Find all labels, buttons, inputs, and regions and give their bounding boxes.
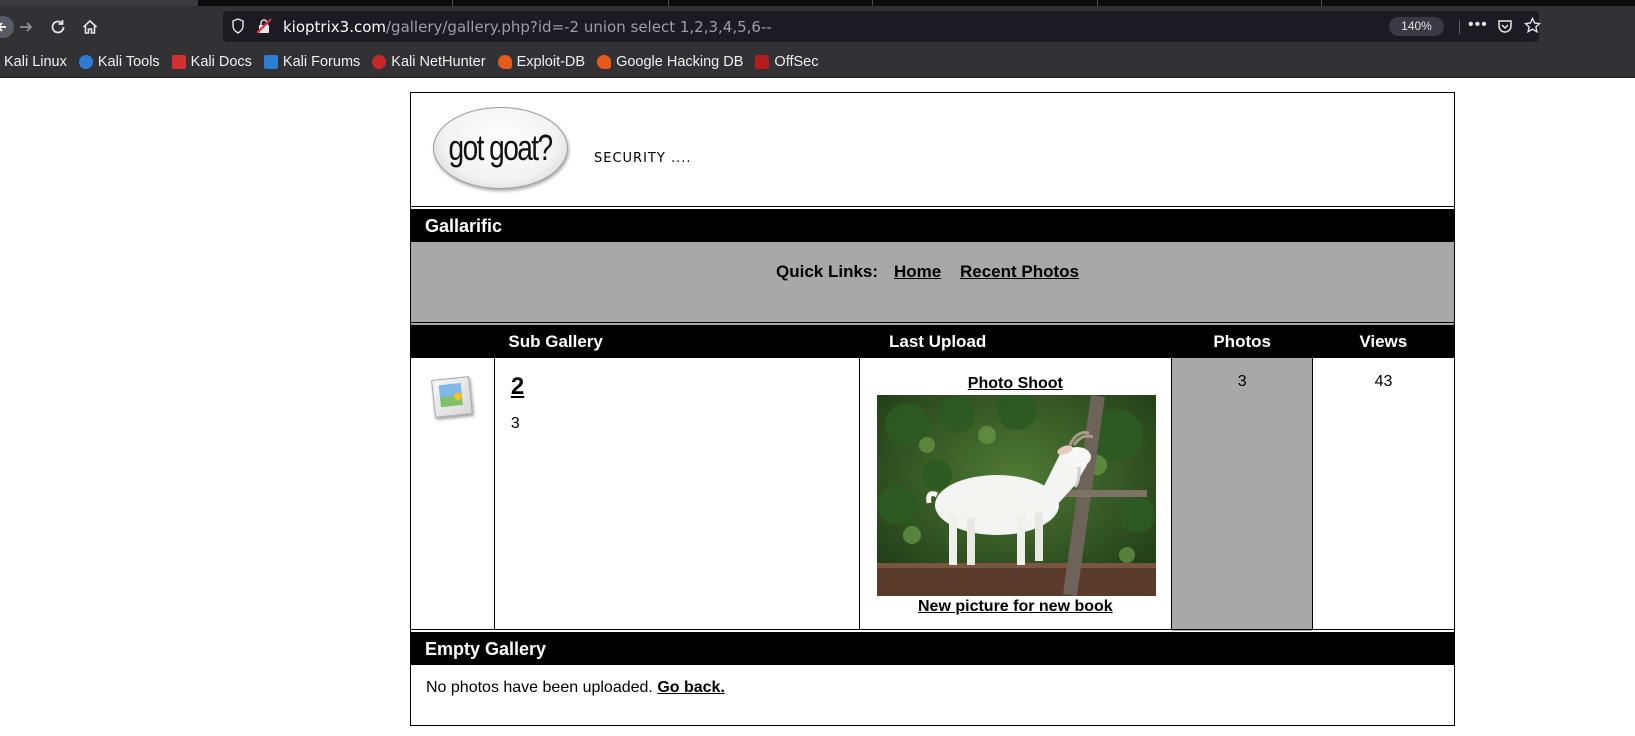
sub-gallery-table: Sub Gallery Last Upload Photos Views 2 3… <box>411 326 1454 633</box>
bookmark-kali-nethunter[interactable]: Kali NetHunter <box>372 54 486 70</box>
picture-icon[interactable] <box>431 376 473 418</box>
no-photos-text: No photos have been uploaded. <box>426 679 653 696</box>
url-bar[interactable]: kioptrix3.com/gallery/gallery.php?id=-2 … <box>223 11 1542 42</box>
page-actions-menu-icon[interactable]: ••• <box>1468 16 1488 34</box>
bookmark-kali-forums[interactable]: Kali Forums <box>263 54 361 70</box>
bookmarks-toolbar: Kali Linux Kali Tools Kali Docs Kali For… <box>0 47 1635 78</box>
bookmark-kali-linux[interactable]: Kali Linux <box>4 54 67 70</box>
empty-gallery-message: No photos have been uploaded. Go back. <box>411 665 1454 697</box>
table-header-row: Sub Gallery Last Upload Photos Views <box>411 326 1454 358</box>
table-row: 2 3 Photo Shoot New picture for new book… <box>411 358 1454 633</box>
ghdb-icon <box>597 55 612 69</box>
bookmark-label: Kali Tools <box>97 54 160 70</box>
url-text[interactable]: kioptrix3.com/gallery/gallery.php?id=-2 … <box>283 18 772 36</box>
nethunter-icon <box>372 55 387 69</box>
bookmark-offsec[interactable]: OffSec <box>755 54 818 70</box>
gallery-icon-cell <box>411 358 495 633</box>
sub-gallery-cell: 2 3 <box>493 358 859 633</box>
exploit-db-icon <box>497 55 512 69</box>
bookmark-label: Kali Docs <box>190 54 252 70</box>
insecure-lock-icon[interactable] <box>256 18 272 39</box>
shield-icon[interactable] <box>231 18 245 39</box>
bookmark-star-icon[interactable] <box>1523 16 1542 39</box>
new-picture-link[interactable]: New picture for new book <box>860 598 1172 616</box>
kali-tools-icon <box>78 55 93 69</box>
bookmark-kali-docs[interactable]: Kali Docs <box>171 54 252 70</box>
bookmark-label: Kali Forums <box>282 54 361 70</box>
photos-count: 3 <box>1237 373 1247 390</box>
table-header-views: Views <box>1312 326 1454 358</box>
table-header-photos: Photos <box>1171 326 1313 358</box>
bookmark-label: Kali Linux <box>4 54 67 70</box>
url-path: /gallery/gallery.php?id=-2 union select … <box>386 18 772 36</box>
url-host: kioptrix3.com <box>283 18 386 36</box>
go-back-link[interactable]: Go back. <box>657 679 725 696</box>
site-tagline: SECURITY .... <box>594 151 692 166</box>
pocket-icon[interactable] <box>1497 18 1513 39</box>
offsec-icon <box>755 55 770 69</box>
home-icon[interactable] <box>77 14 103 40</box>
table-header-sub-gallery: Sub Gallery <box>494 326 859 358</box>
bookmark-label: Google Hacking DB <box>616 54 744 70</box>
gallery-container: got goat? SECURITY .... Gallarific Quick… <box>410 92 1455 726</box>
reload-icon[interactable] <box>45 14 71 40</box>
bookmark-exploit-db[interactable]: Exploit-DB <box>497 54 586 70</box>
logo-text: got goat? <box>448 127 554 168</box>
kali-docs-icon <box>171 55 186 69</box>
table-header-last-upload: Last Upload <box>859 326 1172 358</box>
forward-icon[interactable] <box>13 14 39 40</box>
sub-gallery-description: 3 <box>510 415 520 432</box>
page-content: got goat? SECURITY .... Gallarific Quick… <box>0 78 1635 736</box>
urlbar-divider <box>1459 20 1460 34</box>
bookmark-label: OffSec <box>774 54 819 70</box>
photos-count-cell: 3 <box>1171 358 1313 633</box>
last-upload-cell: Photo Shoot New picture for new book <box>858 358 1172 633</box>
views-count-cell: 43 <box>1312 358 1454 633</box>
quick-links-label: Quick Links: <box>776 262 879 281</box>
quick-links-panel: Quick Links: Home Recent Photos <box>411 242 1454 326</box>
site-logo[interactable]: got goat? <box>433 107 568 189</box>
views-count: 43 <box>1374 373 1393 390</box>
navigation-toolbar: kioptrix3.com/gallery/gallery.php?id=-2 … <box>0 6 1635 47</box>
bookmark-google-hacking-db[interactable]: Google Hacking DB <box>597 54 743 70</box>
zoom-level-badge[interactable]: 140% <box>1389 17 1444 36</box>
bookmark-kali-tools[interactable]: Kali Tools <box>78 54 160 70</box>
empty-gallery-bar: Empty Gallery <box>411 633 1454 665</box>
table-header-icon <box>411 326 495 358</box>
photo-shoot-link[interactable]: Photo Shoot <box>860 375 1172 393</box>
kali-forums-icon <box>263 55 278 69</box>
home-link[interactable]: Home <box>894 262 941 282</box>
bookmark-label: Exploit-DB <box>516 54 586 70</box>
gallery-title-bar: Gallarific <box>411 210 1454 242</box>
sub-gallery-title-link[interactable]: 2 <box>511 373 524 401</box>
goat-photo[interactable] <box>876 395 1156 596</box>
site-header: got goat? SECURITY .... <box>411 93 1454 210</box>
bookmark-label: Kali NetHunter <box>391 54 486 70</box>
recent-photos-link[interactable]: Recent Photos <box>960 262 1079 282</box>
